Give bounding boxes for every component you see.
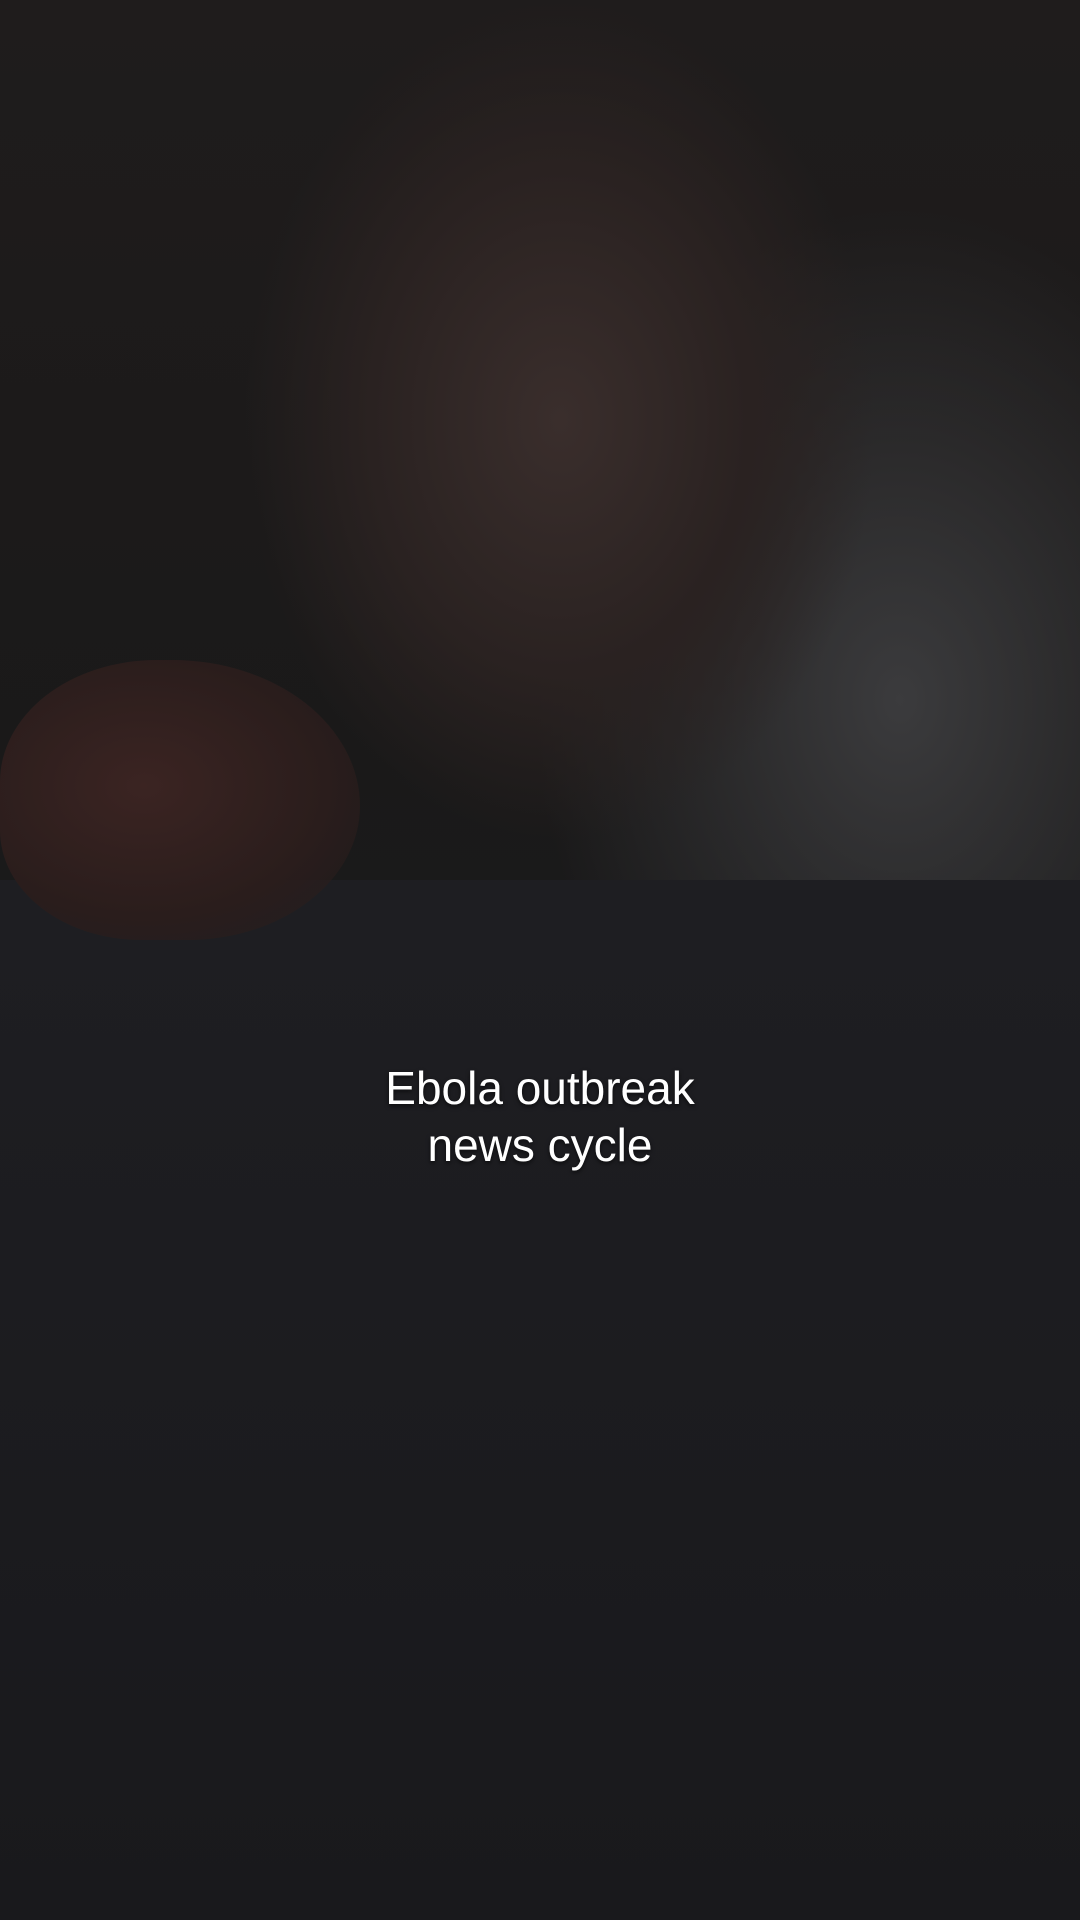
video-background	[0, 880, 1080, 1920]
caption-line-2: news cycle	[427, 1119, 653, 1171]
video-caption: Ebola outbreak news cycle	[0, 1060, 1080, 1174]
caption-line-1: Ebola outbreak	[385, 1062, 695, 1114]
video-subject	[0, 660, 360, 940]
video-frame[interactable]: Ebola outbreak news cycle	[0, 0, 1080, 1920]
